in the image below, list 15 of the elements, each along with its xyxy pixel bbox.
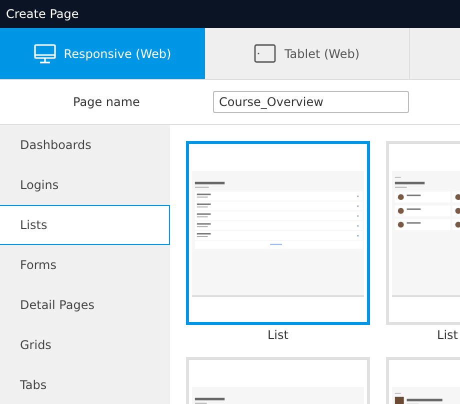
sidebar-item[interactable]: Grids [0,325,170,365]
sidebar-item[interactable]: Tabs [0,365,170,404]
window-title: Create Page [6,7,79,21]
template-label: List [437,328,458,342]
monitor-icon [34,44,56,64]
template-card[interactable] [186,141,370,325]
tablet-icon [254,44,276,63]
sidebar-item[interactable]: Logins [0,165,170,205]
sidebar-item[interactable]: Lists [0,205,170,245]
sidebar-item[interactable]: Forms [0,245,170,285]
page-name-label: Page name [72,95,141,109]
sidebar-item[interactable]: Detail Pages [0,285,170,325]
sidebar-item[interactable]: Dashboards [0,125,170,165]
page-name-field[interactable]: Course_Overview [213,91,409,113]
template-label: List [268,328,288,342]
